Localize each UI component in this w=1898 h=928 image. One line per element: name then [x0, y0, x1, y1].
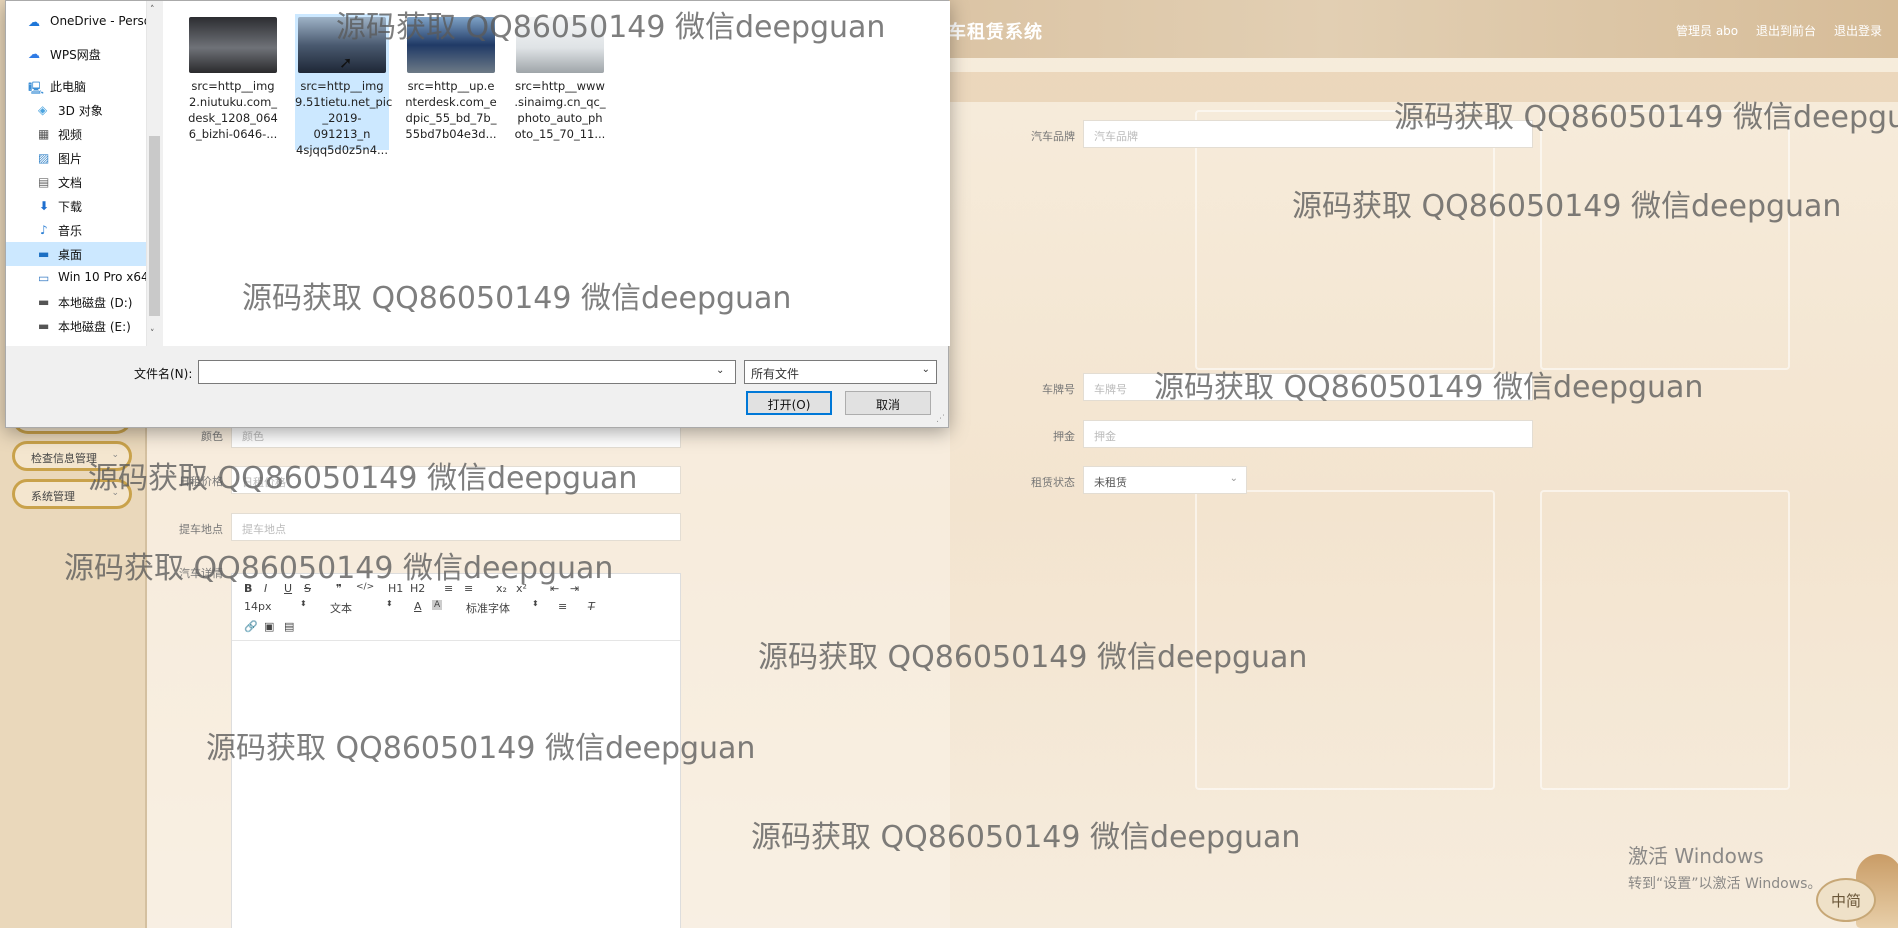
logout-link[interactable]: 退出登录 [1834, 22, 1882, 39]
ime-indicator[interactable]: 中简 [1816, 878, 1876, 922]
filename-input[interactable] [198, 360, 736, 384]
chevron-updown-icon: ⬍ [300, 599, 307, 608]
filetype-select[interactable]: 所有文件 ⌄ [744, 360, 937, 384]
system-drive-icon: ▭ [38, 271, 50, 285]
sidebar-item-label: 系统管理 [31, 490, 75, 503]
font-size-select[interactable]: 14px [244, 600, 272, 613]
background-color-icon[interactable]: A [432, 600, 443, 610]
back-to-frontend-link[interactable]: 退出到前台 [1756, 22, 1816, 39]
chevron-updown-icon: ⬍ [532, 599, 539, 608]
scrollbar-thumb[interactable] [149, 136, 160, 316]
rental-status-select[interactable]: 未租赁 ⌄ [1083, 466, 1247, 494]
nav-item-downloads[interactable]: ⬇ 下载 [6, 194, 146, 218]
nav-item-this-pc[interactable]: 🖳 此电脑 [6, 74, 146, 98]
color-label: 颜色 [201, 430, 223, 443]
desktop-icon: ▬ [38, 247, 50, 261]
nav-item-documents[interactable]: ▤ 文档 [6, 170, 146, 194]
file-name: src=http__img 9.51tietu.net_pic _2019-09… [295, 79, 393, 157]
cube-icon: ◈ [38, 103, 48, 117]
admin-user-link[interactable]: 管理员 abo [1676, 22, 1738, 39]
drive-icon: ▬ [38, 319, 50, 333]
rental-status-value: 未租赁 [1094, 476, 1127, 489]
nav-item-onedrive[interactable]: ☁ OneDrive - Personal [6, 10, 146, 34]
document-icon: ▤ [38, 175, 50, 189]
cloud-icon: ☁ [28, 15, 40, 29]
file-open-dialog: ˄ ˅ ☁ OneDrive - Personal ☁ WPS网盘 🖳 此电脑 … [5, 0, 950, 428]
nav-item-desktop[interactable]: ▬ 桌面 [6, 242, 146, 266]
background-panel [1540, 110, 1790, 370]
nav-item-drive-d[interactable]: ▬ 本地磁盘 (D:) [6, 290, 146, 314]
cloud-icon: ☁ [28, 47, 40, 61]
watermark-text: 源码获取 QQ86050149 微信deepguan [758, 640, 1308, 675]
scroll-down-icon[interactable]: ˅ [150, 329, 155, 339]
image-icon[interactable]: ▣ [264, 620, 274, 633]
watermark-text: 源码获取 QQ86050149 微信deepguan [1292, 189, 1842, 224]
picture-icon: ▨ [38, 151, 50, 165]
filename-label: 文件名(N): [134, 367, 193, 381]
background-panel [1195, 110, 1495, 370]
chevron-down-icon: ⌄ [1229, 473, 1238, 484]
windows-activation-notice: 激活 Windows 转到“设置”以激活 Windows。 [1628, 840, 1821, 893]
cancel-button[interactable]: 取消 [845, 391, 931, 415]
nav-item-videos[interactable]: ▦ 视频 [6, 122, 146, 146]
watermark-text: 源码获取 QQ86050149 微信deepguan [206, 731, 756, 766]
open-button[interactable]: 打开(O) [746, 391, 832, 415]
watermark-text: 源码获取 QQ86050149 微信deepguan [64, 551, 614, 586]
file-item[interactable]: src=http__img 2.niutuku.com_ desk_1208_0… [186, 14, 280, 150]
video-icon: ▦ [38, 127, 50, 141]
resize-grip-icon[interactable]: ⋰ [936, 414, 945, 424]
chevron-down-icon: ⌄ [921, 364, 930, 375]
nav-item-wps-cloud[interactable]: ☁ WPS网盘 [6, 42, 146, 66]
mouse-cursor-icon: ➚ [339, 53, 353, 72]
nav-item-3d-objects[interactable]: ◈ 3D 对象 [6, 98, 146, 122]
file-thumbnail-car [189, 17, 277, 73]
pickup-location-label: 提车地点 [179, 523, 223, 536]
nav-item-pictures[interactable]: ▨ 图片 [6, 146, 146, 170]
filetype-value: 所有文件 [751, 367, 800, 381]
watermark-text: 源码获取 QQ86050149 微信deepguan [751, 820, 1301, 855]
rental-status-label: 租赁状态 [1031, 476, 1075, 489]
watermark-text: 源码获取 QQ86050149 微信deepguan [242, 281, 792, 316]
app-title: 车租赁系统 [948, 22, 1043, 43]
scroll-up-icon[interactable]: ˄ [150, 5, 155, 15]
watermark-text: 源码获取 QQ86050149 微信deepguan [1154, 370, 1704, 405]
activation-subtitle: 转到“设置”以激活 Windows。 [1628, 876, 1822, 892]
watermark-text: 源码获取 QQ86050149 微信deepguan [1394, 100, 1898, 135]
watermark-text: 源码获取 QQ86050149 微信deepguan [336, 10, 886, 45]
file-name: src=http__www .sinaimg.cn_qc_ photo_auto… [514, 79, 606, 141]
file-name: src=http__img 2.niutuku.com_ desk_1208_0… [188, 79, 278, 141]
background-panel [1540, 490, 1790, 790]
chevron-down-icon[interactable]: ⌄ [716, 365, 724, 376]
computer-icon: 🖳 [28, 81, 45, 95]
video-icon[interactable]: ▤ [284, 620, 294, 633]
music-icon: ♪ [40, 223, 48, 237]
activation-title: 激活 Windows [1628, 844, 1764, 868]
deposit-label: 押金 [1053, 430, 1075, 443]
clear-format-icon[interactable]: T̶ [588, 600, 595, 613]
download-icon: ⬇ [39, 199, 50, 213]
align-icon[interactable]: ≡ [558, 600, 567, 613]
font-family-select[interactable]: 标准字体 [466, 600, 510, 616]
nav-item-system-drive[interactable]: ▭ Win 10 Pro x64 [6, 266, 146, 290]
nav-item-drive-e[interactable]: ▬ 本地磁盘 (E:) [6, 314, 146, 338]
drive-icon: ▬ [38, 295, 50, 309]
deposit-input[interactable]: 押金 [1083, 420, 1533, 448]
file-name: src=http__up.e nterdesk.com_e dpic_55_bd… [405, 79, 497, 141]
block-type-select[interactable]: 文本 [330, 600, 352, 616]
brand-label: 汽车品牌 [1031, 130, 1075, 143]
nav-item-music[interactable]: ♪ 音乐 [6, 218, 146, 242]
font-color-icon[interactable]: A [414, 600, 422, 613]
watermark-text: 源码获取 QQ86050149 微信deepguan [88, 461, 638, 496]
plate-label: 车牌号 [1042, 383, 1075, 396]
chevron-updown-icon: ⬍ [386, 599, 393, 608]
link-icon[interactable]: 🔗 [244, 620, 258, 633]
pickup-location-input[interactable]: 提车地点 [231, 513, 681, 541]
